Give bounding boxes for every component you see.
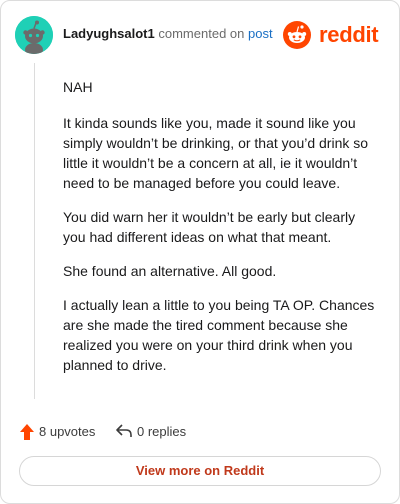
thread-line	[34, 63, 35, 399]
upvote-count: 8 upvotes	[39, 424, 96, 439]
comment-paragraph: She found an alternative. All good.	[63, 263, 277, 279]
view-more-button[interactable]: View more on Reddit	[19, 456, 381, 486]
reddit-logo-icon	[283, 21, 311, 49]
snoo-avatar-icon[interactable]	[15, 16, 53, 54]
comment-paragraph: NAH	[63, 79, 93, 95]
commented-on-text: commented on	[158, 26, 245, 41]
upvote-arrow-icon	[20, 424, 34, 440]
reddit-brand[interactable]: reddit	[283, 21, 385, 49]
reply-count: 0 replies	[137, 424, 187, 439]
post-link[interactable]: post	[248, 26, 273, 41]
comment-paragraph: You did warn her it wouldn’t be early bu…	[63, 209, 356, 245]
comment-header: Ladyughsalot1 commented on post reddit	[15, 15, 385, 55]
comment-embed-card: Ladyughsalot1 commented on post reddit N…	[0, 0, 400, 504]
username-link[interactable]: Ladyughsalot1	[63, 26, 155, 41]
reply-arrow-icon	[116, 424, 132, 437]
comment-paragraph: It kinda sounds like you, made it sound …	[63, 115, 369, 191]
upvote-button[interactable]: 8 upvotes	[19, 421, 109, 443]
comment-body: NAH It kinda sounds like you, made it so…	[63, 71, 381, 389]
byline: Ladyughsalot1 commented on post	[63, 26, 273, 41]
reddit-wordmark: reddit	[319, 22, 379, 47]
replies-button[interactable]: 0 replies	[115, 421, 205, 443]
comment-paragraph: I actually lean a little to you being TA…	[63, 297, 375, 373]
